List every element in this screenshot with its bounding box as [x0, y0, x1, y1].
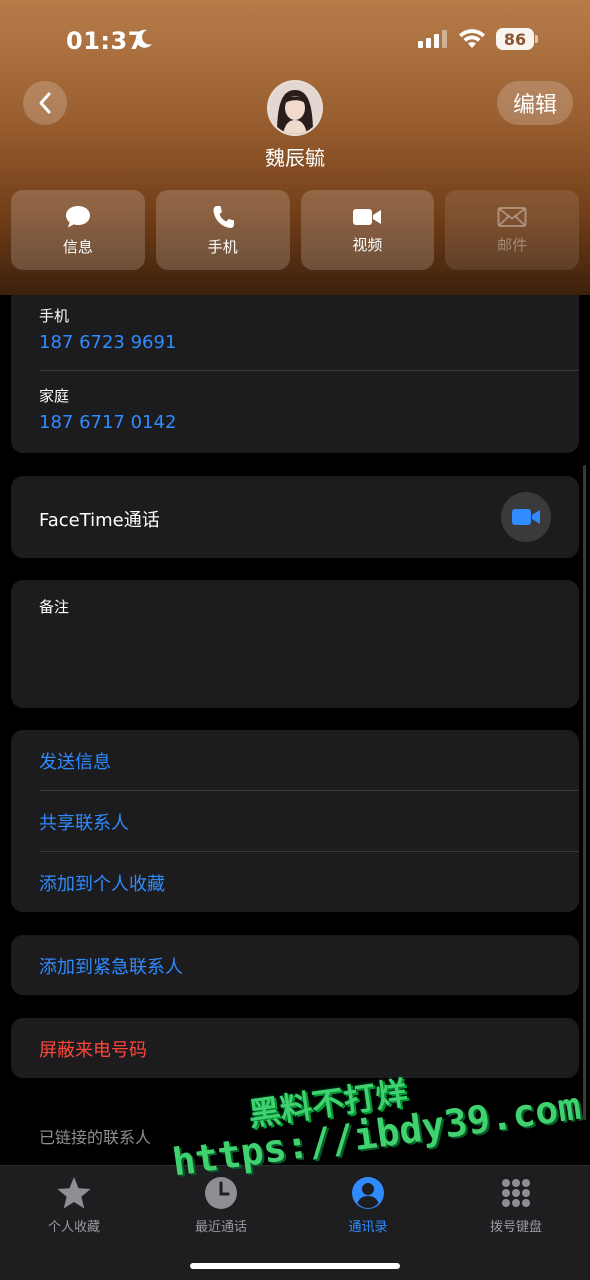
- edit-button[interactable]: 编辑: [497, 81, 573, 125]
- phone-action-label: 手机: [207, 237, 238, 256]
- linked-contacts-header: 已链接的联系人: [39, 1128, 152, 1147]
- contact-header: 01:37 86 魏辰毓 编辑 信息 手机 视频 邮件: [0, 0, 590, 295]
- battery-level: 86: [503, 29, 527, 49]
- message-action-button[interactable]: 信息: [11, 190, 145, 270]
- chevron-left-icon: [39, 92, 51, 114]
- quick-actions: 信息 手机 视频 邮件: [11, 190, 579, 270]
- tab-label: 通讯录: [348, 1220, 388, 1235]
- battery-cap: [535, 35, 538, 43]
- battery-indicator: 86: [496, 28, 534, 50]
- notes-row[interactable]: 备注: [11, 596, 579, 623]
- send-message-row[interactable]: 发送信息: [11, 748, 579, 774]
- tab-label: 个人收藏: [47, 1220, 100, 1235]
- moon-icon: [135, 29, 152, 48]
- phone-numbers-card: 手机 187 6723 9691 家庭 187 6717 0142: [11, 295, 579, 453]
- emergency-card[interactable]: 添加到紧急联系人: [11, 935, 579, 995]
- avatar[interactable]: [267, 80, 323, 136]
- tab-favorites[interactable]: 个人收藏: [14, 1176, 134, 1235]
- status-bar: 01:37 86: [0, 0, 590, 80]
- star-icon: [57, 1177, 91, 1209]
- mail-action-label: 邮件: [497, 235, 528, 254]
- share-contact-row[interactable]: 共享联系人: [11, 809, 579, 835]
- notes-card[interactable]: 备注: [11, 580, 579, 708]
- row-divider: [39, 851, 579, 852]
- phone-label: 手机: [39, 307, 70, 325]
- tab-recents[interactable]: 最近通话: [161, 1176, 281, 1235]
- options-card: 发送信息 共享联系人 添加到个人收藏: [11, 730, 579, 912]
- phone-label: 家庭: [39, 387, 70, 405]
- mail-icon: [497, 206, 527, 227]
- video-action-button[interactable]: 视频: [300, 190, 435, 270]
- cellular-signal-icon: [418, 30, 447, 48]
- tab-keypad[interactable]: 拨号键盘: [456, 1176, 576, 1235]
- scrollbar[interactable]: [583, 465, 586, 1120]
- avatar-photo: [269, 82, 321, 134]
- facetime-label: FaceTime通话: [39, 510, 160, 531]
- row-divider: [39, 790, 579, 791]
- notes-label: 备注: [39, 598, 70, 616]
- phone-row-mobile[interactable]: 手机 187 6723 9691: [11, 303, 579, 371]
- send-message-link[interactable]: 发送信息: [39, 748, 579, 774]
- message-action-label: 信息: [62, 237, 93, 256]
- phone-number[interactable]: 187 6717 0142: [39, 412, 579, 433]
- wifi-icon: [459, 29, 485, 48]
- tab-label: 拨号键盘: [489, 1220, 542, 1235]
- facetime-video-button[interactable]: [501, 492, 551, 542]
- message-icon: [65, 205, 90, 227]
- add-emergency-contact-link[interactable]: 添加到紧急联系人: [39, 953, 579, 979]
- back-button[interactable]: [23, 81, 67, 125]
- mail-action-button[interactable]: 邮件: [445, 190, 579, 270]
- emergency-row[interactable]: 添加到紧急联系人: [11, 953, 579, 979]
- contact-name: 魏辰毓: [265, 146, 325, 170]
- block-caller-row[interactable]: 屏蔽来电号码: [11, 1036, 579, 1062]
- video-icon: [512, 509, 540, 525]
- share-contact-link[interactable]: 共享联系人: [39, 809, 579, 835]
- phone-icon: [213, 205, 234, 228]
- clock-icon: [205, 1177, 237, 1209]
- add-favorites-row[interactable]: 添加到个人收藏: [11, 870, 579, 896]
- person-circle-icon: [352, 1177, 384, 1209]
- block-caller-link[interactable]: 屏蔽来电号码: [39, 1036, 579, 1062]
- add-favorites-link[interactable]: 添加到个人收藏: [39, 870, 579, 896]
- video-icon: [353, 208, 382, 225]
- row-divider: [39, 370, 579, 371]
- phone-number[interactable]: 187 6723 9691: [39, 332, 579, 353]
- block-card[interactable]: 屏蔽来电号码: [11, 1018, 579, 1078]
- phone-action-button[interactable]: 手机: [155, 190, 290, 270]
- facetime-card[interactable]: FaceTime通话: [11, 476, 579, 558]
- video-action-label: 视频: [352, 235, 383, 254]
- tab-label: 最近通话: [194, 1220, 247, 1235]
- facetime-row[interactable]: FaceTime通话: [11, 506, 579, 532]
- home-indicator: [190, 1263, 400, 1269]
- phone-row-home[interactable]: 家庭 187 6717 0142: [11, 385, 579, 453]
- tab-contacts[interactable]: 通讯录: [308, 1176, 428, 1235]
- keypad-icon: [502, 1179, 530, 1207]
